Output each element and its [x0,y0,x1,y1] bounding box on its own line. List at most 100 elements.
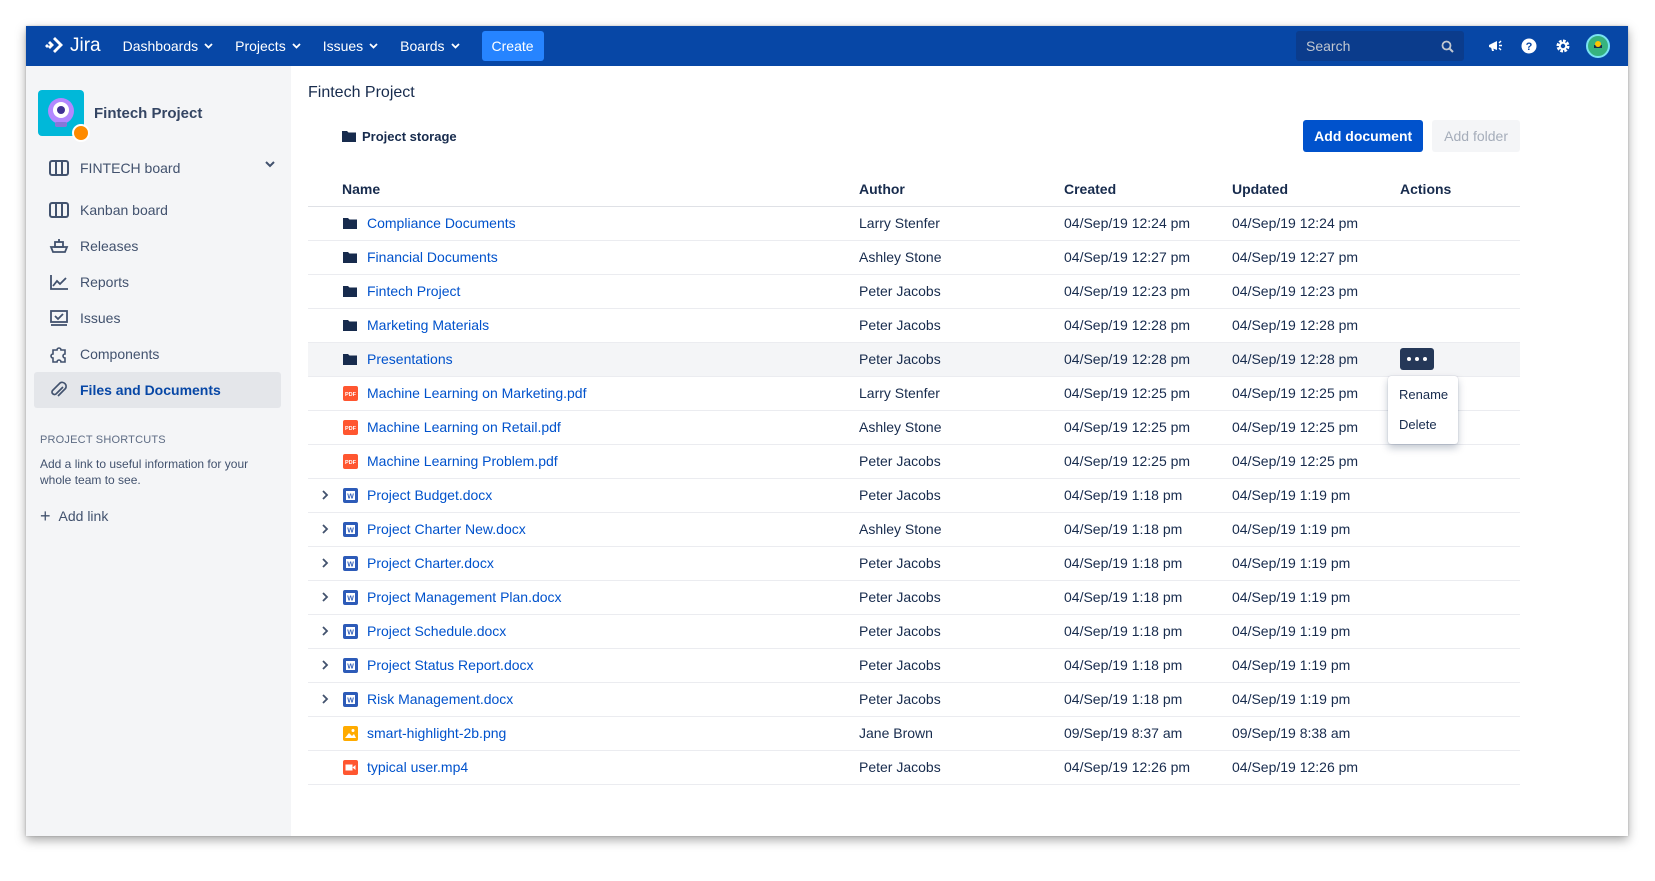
chevron-down-icon [292,43,301,49]
sidebar-item-files-and-documents[interactable]: Files and Documents [34,372,281,408]
table-row[interactable]: W Risk Management.docx Peter Jacobs 04/Sep/… [308,682,1520,717]
chevron-right-icon[interactable] [321,660,329,670]
paperclip-icon [48,381,70,399]
user-avatar[interactable] [1586,34,1610,58]
video-file-icon [342,759,358,775]
app-window: Jira Dashboards Projects Issues Boards C… [26,26,1628,836]
updated-cell: 04/Sep/19 1:19 pm [1232,648,1400,683]
table-row[interactable]: Presentations Peter Jacobs 04/Sep/19 12:28… [308,342,1520,377]
file-name-link[interactable]: Fintech Project [367,283,460,299]
created-cell: 04/Sep/19 12:27 pm [1064,240,1232,275]
menu-item-rename[interactable]: Rename [1388,380,1458,410]
actions-cell [1400,580,1520,615]
chevron-right-icon[interactable] [321,524,329,534]
chevron-right-icon[interactable] [321,490,329,500]
file-name-link[interactable]: Compliance Documents [367,215,516,231]
notifications-button[interactable] [1478,26,1512,66]
chevron-right-icon[interactable] [321,558,329,568]
file-name-link[interactable]: Marketing Materials [367,317,489,333]
nav-boards[interactable]: Boards [400,38,460,54]
table-row[interactable]: W Project Charter New.docx Ashley Stone 04/… [308,512,1520,547]
file-name-link[interactable]: Machine Learning on Retail.pdf [367,419,561,435]
column-header-updated[interactable]: Updated [1232,172,1400,207]
column-header-name[interactable]: Name [342,172,859,207]
author-cell: Peter Jacobs [859,274,1064,309]
actions-cell [1400,206,1520,241]
add-document-button[interactable]: Add document [1303,120,1424,152]
avatar-icon [1594,41,1602,48]
sidebar-item-reports[interactable]: Reports [34,264,281,300]
created-cell: 04/Sep/19 1:18 pm [1064,512,1232,547]
more-actions-button[interactable] [1400,348,1434,370]
expand-cell [308,648,342,683]
help-button[interactable]: ? [1512,26,1546,66]
file-name-link[interactable]: typical user.mp4 [367,759,468,775]
table-row[interactable]: PDF Machine Learning Problem.pdf Peter Jac… [308,444,1520,479]
sidebar-item-releases[interactable]: Releases [34,228,281,264]
create-button[interactable]: Create [481,31,544,61]
nav-projects[interactable]: Projects [235,38,301,54]
column-header-author[interactable]: Author [859,172,1064,207]
table-row[interactable]: typical user.mp4 Peter Jacobs 04/Sep/19 12… [308,750,1520,785]
ellipsis-icon [1407,357,1411,361]
column-header-created[interactable]: Created [1064,172,1232,207]
name-cell: PDF Machine Learning on Marketing.pdf [342,376,859,411]
column-header-actions: Actions [1400,172,1520,207]
chevron-right-icon[interactable] [321,694,329,704]
file-name-link[interactable]: Machine Learning Problem.pdf [367,453,558,469]
sidebar-item-kanban-board[interactable]: Kanban board [34,192,281,228]
settings-button[interactable] [1546,26,1580,66]
nav-issues[interactable]: Issues [323,38,378,54]
table-row[interactable]: Marketing Materials Peter Jacobs 04/Sep/19… [308,308,1520,343]
chevron-right-icon[interactable] [321,592,329,602]
jira-icon [45,37,63,53]
name-wrap: Marketing Materials [342,317,859,333]
table-row[interactable]: Compliance Documents Larry Stenfer 04/Sep/… [308,206,1520,241]
table-row[interactable]: PDF Machine Learning on Retail.pdf Ashley … [308,410,1520,445]
table-row[interactable]: W Project Charter.docx Peter Jacobs 04/Sep/… [308,546,1520,581]
sidebar-item-components[interactable]: Components [34,336,281,372]
folder-icon [342,283,358,299]
search-input[interactable] [1306,38,1426,54]
table-row[interactable]: W Project Status Report.docx Peter Jacobs 0… [308,648,1520,683]
file-name-link[interactable]: Project Status Report.docx [367,657,534,673]
table-row[interactable]: W Project Budget.docx Peter Jacobs 04/Sep/1… [308,478,1520,513]
add-link-button[interactable]: + Add link [40,507,291,525]
chevron-right-icon[interactable] [321,626,329,636]
sidebar-item-board-selector[interactable]: FINTECH board [34,150,281,186]
menu-item-delete[interactable]: Delete [1388,410,1458,440]
nav-dashboards[interactable]: Dashboards [123,38,214,54]
sidebar-item-issues[interactable]: Issues [34,300,281,336]
add-folder-button[interactable]: Add folder [1432,120,1520,152]
file-name-link[interactable]: Machine Learning on Marketing.pdf [367,385,586,401]
breadcrumb[interactable]: Project storage [342,129,457,144]
nav-boards-label: Boards [400,38,445,54]
expand-cell [308,478,342,513]
svg-text:W: W [347,493,354,500]
file-name-link[interactable]: Risk Management.docx [367,691,513,707]
table-row[interactable]: W Project Schedule.docx Peter Jacobs 04/Sep… [308,614,1520,649]
table-row[interactable]: smart-highlight-2b.png Jane Brown 09/Sep/1… [308,716,1520,751]
file-name-link[interactable]: Project Charter New.docx [367,521,526,537]
search-box[interactable] [1296,31,1464,61]
file-name-link[interactable]: Project Budget.docx [367,487,492,503]
jira-logo[interactable]: Jira [44,35,101,57]
table-row[interactable]: W Project Management Plan.docx Peter Jacob… [308,580,1520,615]
file-name-link[interactable]: Financial Documents [367,249,498,265]
table-row[interactable]: PDF Machine Learning on Marketing.pdf Larr… [308,376,1520,411]
file-name-link[interactable]: smart-highlight-2b.png [367,725,506,741]
file-name-link[interactable]: Project Charter.docx [367,555,494,571]
file-name-link[interactable]: Project Schedule.docx [367,623,506,639]
table-row[interactable]: Fintech Project Peter Jacobs 04/Sep/19 12:… [308,274,1520,309]
name-cell: PDF Machine Learning Problem.pdf [342,444,859,479]
created-cell: 04/Sep/19 1:18 pm [1064,682,1232,717]
word-file-icon: W [342,521,358,537]
table-row[interactable]: Financial Documents Ashley Stone 04/Sep/19… [308,240,1520,275]
updated-cell: 04/Sep/19 12:27 pm [1232,240,1400,275]
project-name: Fintech Project [94,104,203,122]
author-cell: Ashley Stone [859,410,1064,445]
project-avatar[interactable] [38,90,90,142]
author-cell: Larry Stenfer [859,206,1064,241]
file-name-link[interactable]: Presentations [367,351,453,367]
file-name-link[interactable]: Project Management Plan.docx [367,589,562,605]
